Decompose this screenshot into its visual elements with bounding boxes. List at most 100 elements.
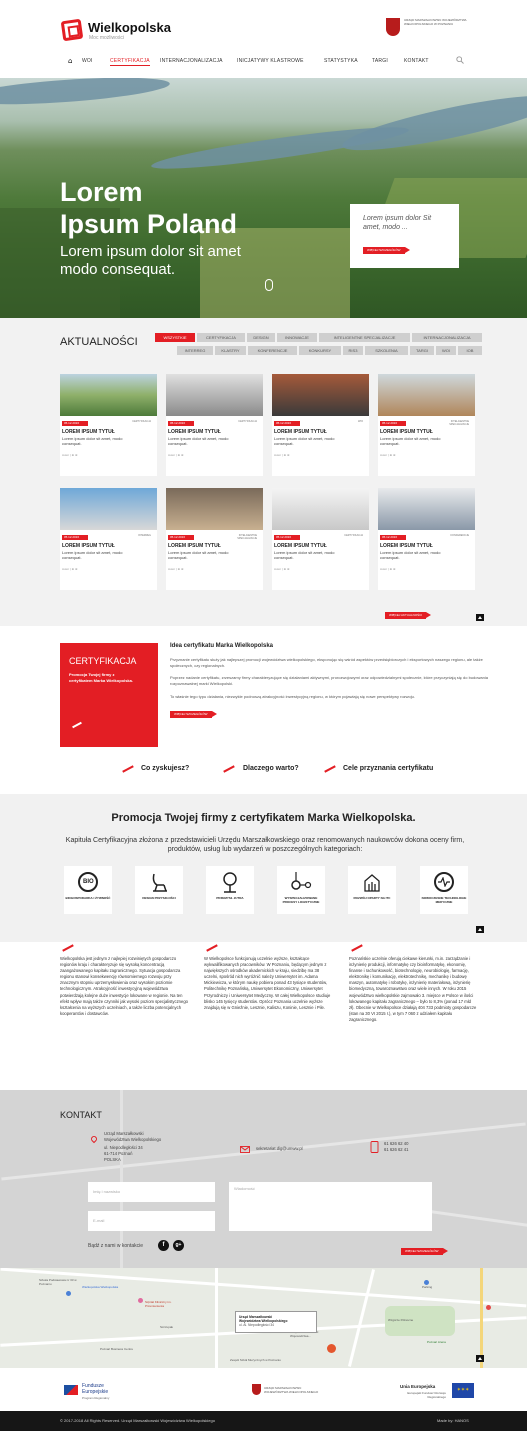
nav-item-woi[interactable]: WOI: [82, 58, 93, 64]
office-marker-icon[interactable]: [327, 1344, 336, 1353]
map-pin-icon[interactable]: [138, 1298, 143, 1303]
google-plus-icon[interactable]: g+: [173, 1240, 184, 1251]
news-card-image[interactable]: [272, 488, 369, 530]
filter-ris3[interactable]: RIS3: [343, 346, 363, 355]
news-card-category[interactable]: CERTYFIKACJA: [227, 420, 257, 423]
filter-woi[interactable]: WOI: [436, 346, 456, 355]
news-card[interactable]: 05.12.2016 INTELIGENTNE SPECJALIZACJE LORE…: [378, 374, 475, 476]
news-card-image[interactable]: [166, 488, 263, 530]
envelope-icon: [240, 1146, 250, 1153]
question-link[interactable]: Dlaczego warto?: [243, 765, 299, 772]
news-card-category[interactable]: WOI: [333, 420, 363, 423]
category-tile-logistyka[interactable]: WYSPECJALIZOWANE PROCESY LOGISTYCZNE: [277, 866, 325, 914]
fundusze-line: Program Regionalny: [82, 1396, 110, 1400]
map-pin-icon[interactable]: [66, 1291, 71, 1296]
contact-phones: 61 626 62 40 61 626 62 41: [384, 1141, 408, 1153]
nav-item-targi[interactable]: TARGI: [372, 58, 388, 64]
news-card-category[interactable]: CERTYFIKACJA: [333, 534, 363, 537]
category-tile-medycyna[interactable]: NOWOCZESNE TECHNOLOGIE MEDYCZNE: [420, 866, 468, 914]
facebook-icon[interactable]: f: [158, 1240, 169, 1251]
home-icon[interactable]: ⌂: [68, 57, 72, 65]
news-card-title[interactable]: LOREM IPSUM TYTUŁ: [168, 429, 221, 435]
nav-item-kontakt[interactable]: KONTAKT: [404, 58, 429, 64]
question-link[interactable]: Cele przyznania certyfikatu: [343, 765, 433, 772]
filter-wszystkie[interactable]: WSZYSTKIE: [155, 333, 195, 342]
news-card[interactable]: 05.12.2016 KONFERENCJE LOREM IPSUM TYTUŁ Lo…: [378, 488, 475, 590]
search-icon[interactable]: [456, 56, 464, 64]
news-card-title[interactable]: LOREM IPSUM TYTUŁ: [62, 429, 115, 435]
nav-item-inicjatywy-klastrowe[interactable]: INICJATYWY KLASTROWE: [237, 58, 304, 64]
question-link[interactable]: Co zyskujesz?: [141, 765, 189, 772]
map-road: [215, 1268, 218, 1368]
wielkopolska-logo-icon[interactable]: [60, 18, 84, 42]
news-card[interactable]: 05.12.2016 INTELIGENTNE SPECJALIZACJE LORE…: [166, 488, 263, 590]
news-card[interactable]: 05.12.2016 CERTYFIKACJA LOREM IPSUM TYTUŁ L…: [60, 374, 157, 476]
news-card-title[interactable]: LOREM IPSUM TYTUŁ: [380, 543, 433, 549]
back-to-top-icon[interactable]: [476, 614, 484, 621]
filter-internacjonalizacja[interactable]: INTERNACJONALIZACJA: [412, 333, 482, 342]
map-pin-icon[interactable]: [486, 1305, 491, 1310]
eu-label: Unia Europejska: [400, 1384, 436, 1389]
map-road: [120, 1090, 123, 1268]
category-tile-itc[interactable]: ROZWÓJ OPARTY NA ITC: [348, 866, 396, 914]
news-card-category[interactable]: INTELIGENTNE SPECJALIZACJE: [439, 420, 469, 426]
filter-konkursy[interactable]: KONKURSY: [299, 346, 341, 355]
news-card-image[interactable]: [272, 374, 369, 416]
news-card-image[interactable]: [166, 374, 263, 416]
filter-klastry[interactable]: KLASTRY: [215, 346, 246, 355]
category-label: PRZEMYSŁ JUTRA: [216, 896, 244, 900]
news-card[interactable]: 05.12.2016 WOI LOREM IPSUM TYTUŁ Lorem ipsu…: [272, 374, 369, 476]
filter-konferencje[interactable]: KONFERENCJE: [248, 346, 297, 355]
filter-design[interactable]: DESIGN: [247, 333, 275, 342]
category-tile-design[interactable]: DESIGN PRZYSZŁOŚCI: [135, 866, 183, 914]
map-pin-icon[interactable]: [424, 1280, 429, 1285]
scroll-down-icon[interactable]: [265, 279, 273, 291]
certification-more-button[interactable]: więcej szczegółów: [170, 711, 216, 718]
hero-more-button[interactable]: więcej szczegółów: [363, 247, 409, 254]
news-card-image[interactable]: [60, 488, 157, 530]
category-label: BIOGOSPODARKA I ŻYWNOŚĆ: [65, 896, 111, 900]
news-card-category[interactable]: CERTYFIKACJA: [121, 420, 151, 423]
news-card-image[interactable]: [378, 488, 475, 530]
filter-targi[interactable]: TARGI: [410, 346, 434, 355]
news-card-title[interactable]: LOREM IPSUM TYTUŁ: [62, 543, 115, 549]
news-card[interactable]: 05.12.2016 INTERREG LOREM IPSUM TYTUŁ Lorem…: [60, 488, 157, 590]
filter-inteligentne-specjalizacje[interactable]: INTELIGENTNE SPECJALIZACJE: [319, 333, 410, 342]
filter-certyfikacja[interactable]: CERTYFIKACJA: [197, 333, 245, 342]
filter-interreg[interactable]: INTERREG: [177, 346, 213, 355]
name-input[interactable]: Imię i nazwisko: [88, 1182, 215, 1202]
news-card-meta: Autor | ⊕ ⊕: [274, 567, 290, 571]
news-card-meta: Autor | ⊕ ⊕: [380, 453, 396, 457]
filter-iob[interactable]: IOB: [458, 346, 482, 355]
category-tile-przemysl[interactable]: PRZEMYSŁ JUTRA: [206, 866, 254, 914]
news-card-image[interactable]: [378, 374, 475, 416]
message-textarea[interactable]: Wiadomość: [229, 1182, 432, 1231]
nav-item-statystyka[interactable]: STATYSTYKA: [324, 58, 358, 64]
more-news-button[interactable]: więcej aktualności: [385, 612, 432, 619]
made-by[interactable]: Made by: HANOS: [437, 1418, 469, 1423]
brand-name[interactable]: Wielkopolska: [88, 20, 171, 35]
news-card-category[interactable]: INTERREG: [121, 534, 151, 537]
news-card-category[interactable]: KONFERENCJE: [439, 534, 469, 537]
back-to-top-icon[interactable]: [476, 1355, 484, 1362]
news-card-image[interactable]: [60, 374, 157, 416]
news-card-category[interactable]: INTELIGENTNE SPECJALIZACJE: [227, 534, 257, 540]
news-card-title[interactable]: LOREM IPSUM TYTUŁ: [274, 429, 327, 435]
news-card-title[interactable]: LOREM IPSUM TYTUŁ: [380, 429, 433, 435]
back-to-top-icon[interactable]: [476, 926, 484, 933]
nav-item-certyfikacja[interactable]: CERTYFIKACJA: [110, 58, 150, 66]
news-card-title[interactable]: LOREM IPSUM TYTUŁ: [168, 543, 221, 549]
email-input[interactable]: E-mail: [88, 1211, 215, 1231]
map-road: [0, 1268, 527, 1308]
news-card-title[interactable]: LOREM IPSUM TYTUŁ: [274, 543, 327, 549]
news-card-date: 05.12.2016: [274, 535, 300, 540]
news-card[interactable]: 05.12.2016 CERTYFIKACJA LOREM IPSUM TYTUŁ L…: [166, 374, 263, 476]
phone-number[interactable]: 61 626 62 41: [384, 1147, 408, 1153]
send-button[interactable]: więcej szczegółów: [401, 1248, 447, 1255]
nav-item-internacjonalizacja[interactable]: INTERNACJONALIZACJA: [160, 58, 223, 64]
contact-email[interactable]: sekretariat.dig@umww.pl: [256, 1146, 303, 1152]
filter-szkolenia[interactable]: SZKOLENIA: [365, 346, 408, 355]
news-card[interactable]: 05.12.2016 CERTYFIKACJA LOREM IPSUM TYTUŁ L…: [272, 488, 369, 590]
category-tile-bio[interactable]: BIO BIOGOSPODARKA I ŻYWNOŚĆ: [64, 866, 112, 914]
filter-innowacje[interactable]: INNOWACJE: [277, 333, 317, 342]
